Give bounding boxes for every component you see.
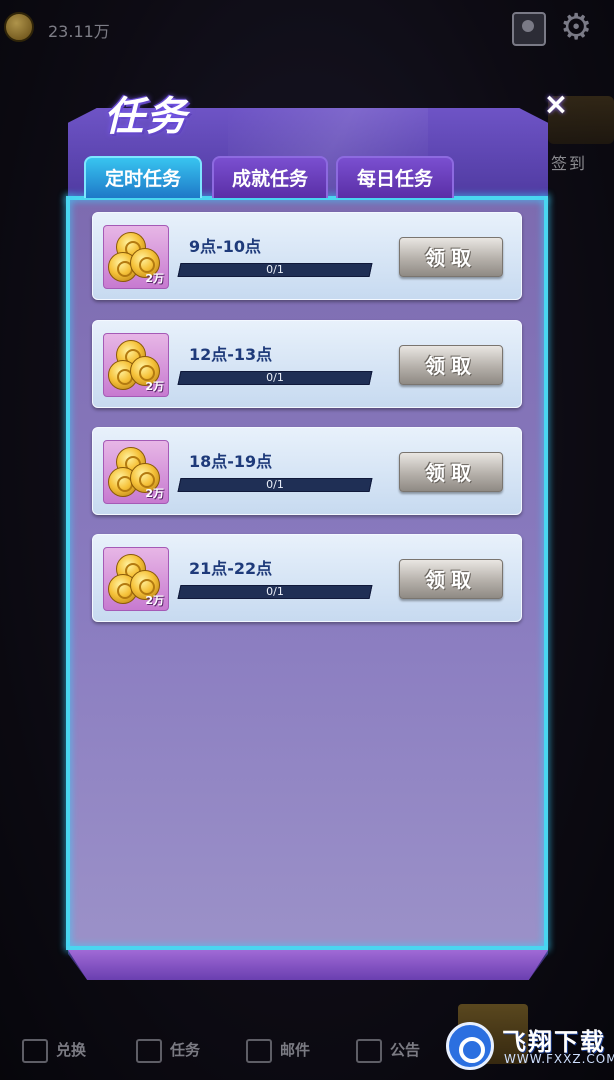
tab-timed-tasks[interactable]: 定时任务	[84, 156, 202, 198]
nav-notice-label: 公告	[390, 1041, 421, 1059]
claim-button[interactable]: 领取	[399, 452, 503, 492]
mail-icon	[246, 1038, 272, 1063]
tab-daily-tasks[interactable]: 每日任务	[336, 156, 454, 198]
task-title: 9点-10点	[189, 237, 262, 256]
progress-text: 0/1	[266, 263, 284, 276]
watermark: 飞翔下载 WWW.FXXZ.COM	[446, 1020, 614, 1072]
watermark-logo-icon	[446, 1022, 494, 1070]
nav-task[interactable]: 任务	[136, 1034, 200, 1066]
reward-amount: 2万	[145, 272, 164, 285]
watermark-url: WWW.FXXZ.COM	[504, 1052, 614, 1066]
task-card: 2万 12点-13点 0/1 领取	[92, 320, 522, 408]
top-bar: 23.11万 ⚙	[0, 0, 614, 56]
reward-amount: 2万	[145, 487, 164, 500]
dialog-footer	[68, 950, 548, 980]
nav-mail-label: 邮件	[280, 1041, 311, 1059]
exchange-icon	[22, 1038, 48, 1063]
dialog-title: 任务	[104, 94, 188, 140]
notice-icon	[356, 1038, 382, 1063]
nav-mail[interactable]: 邮件	[246, 1034, 310, 1066]
task-card: 2万 18点-19点 0/1 领取	[92, 427, 522, 515]
task-card: 2万 21点-22点 0/1 领取	[92, 534, 522, 622]
profile-icon[interactable]	[512, 12, 546, 46]
progress-text: 0/1	[266, 585, 284, 598]
task-title: 18点-19点	[189, 452, 273, 471]
reward-tile: 2万	[103, 547, 169, 611]
close-button[interactable]: ×	[541, 88, 571, 122]
frame-bottom	[66, 946, 548, 950]
reward-tile: 2万	[103, 225, 169, 289]
progress-text: 0/1	[266, 371, 284, 384]
nav-exchange-label: 兑换	[56, 1041, 87, 1059]
nav-notice[interactable]: 公告	[356, 1034, 420, 1066]
reward-amount: 2万	[145, 594, 164, 607]
nav-task-label: 任务	[170, 1041, 201, 1059]
gear-icon[interactable]: ⚙	[560, 8, 592, 48]
frame-left	[66, 196, 70, 948]
coin-amount: 23.11万	[48, 22, 110, 41]
reward-tile: 2万	[103, 440, 169, 504]
nav-exchange[interactable]: 兑换	[22, 1034, 86, 1066]
signin-label: 签到	[551, 154, 588, 173]
tab-achievement-tasks[interactable]: 成就任务	[212, 156, 328, 198]
task-title: 21点-22点	[189, 559, 273, 578]
progress-text: 0/1	[266, 478, 284, 491]
reward-tile: 2万	[103, 333, 169, 397]
claim-button[interactable]: 领取	[399, 559, 503, 599]
task-icon	[136, 1038, 162, 1063]
coin-icon	[4, 12, 34, 42]
claim-button[interactable]: 领取	[399, 237, 503, 277]
task-card: 2万 9点-10点 0/1 领取	[92, 212, 522, 300]
task-title: 12点-13点	[189, 345, 273, 364]
frame-right	[544, 196, 548, 948]
claim-button[interactable]: 领取	[399, 345, 503, 385]
reward-amount: 2万	[145, 380, 164, 393]
